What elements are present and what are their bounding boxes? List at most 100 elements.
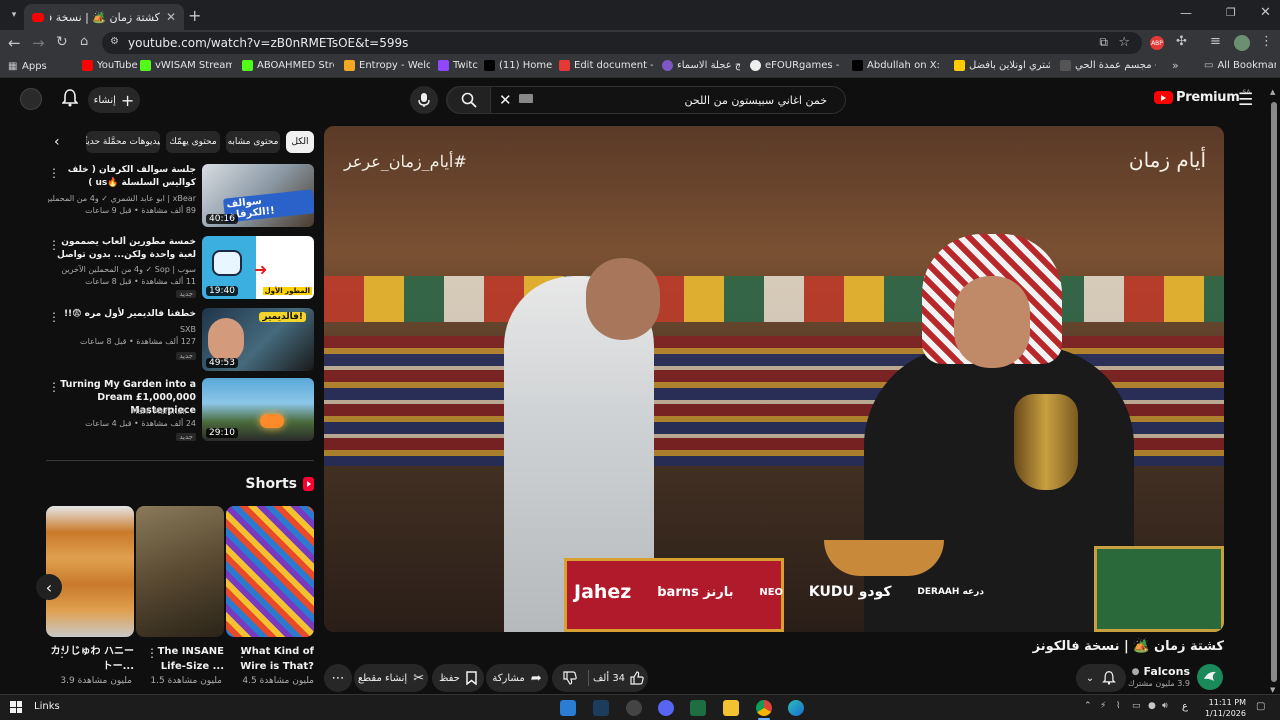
chip-similar[interactable]: محتوى مشابه — [226, 131, 280, 153]
short-title[interactable]: What Kind of Wire is That? — [232, 644, 314, 674]
tray-mic-icon[interactable]: ● — [1148, 701, 1156, 711]
chip-for-you[interactable]: محتوى يهمّك — [166, 131, 220, 153]
short-1-thumbnail[interactable] — [46, 506, 134, 637]
shorts-prev-button[interactable]: ‹ — [36, 574, 62, 600]
related-thumbnail[interactable]: فالديمير! 49:53 — [202, 308, 314, 371]
clip-button[interactable]: إنشاء مقطع ✂ — [354, 664, 428, 692]
close-tab-icon[interactable]: ✕ — [166, 10, 176, 24]
more-actions-button[interactable]: ⋯ — [324, 664, 352, 692]
reading-list-icon[interactable]: ≡ — [1210, 34, 1221, 49]
short-title[interactable]: カリじゅわ ハニートー... — [50, 644, 134, 674]
input-language[interactable]: ع — [1182, 701, 1188, 712]
scroll-down-icon[interactable]: ▼ — [1270, 686, 1275, 694]
related-channel[interactable]: xBear | ابو عابد الشمري ✓ و4 من المحملين… — [48, 193, 196, 205]
close-window-icon[interactable]: ✕ — [1260, 5, 1271, 20]
clock[interactable]: 11:11 PM 1/11/2026 — [1198, 697, 1246, 719]
short-2-thumbnail[interactable] — [136, 506, 224, 637]
account-avatar[interactable] — [20, 88, 42, 110]
tray-display-icon[interactable]: ▭ — [1132, 701, 1141, 711]
voice-search-button[interactable] — [410, 86, 438, 114]
bookmark-twitch[interactable]: Twitch — [438, 60, 478, 71]
bookmark-abdullah[interactable]: Abdullah on X: "ماد... — [852, 60, 944, 71]
related-video-3[interactable]: ⋮ خطفنا فالديمير لأول مره 😨!! SXB 127 أل… — [40, 308, 316, 372]
back-icon[interactable]: ← — [8, 34, 21, 52]
subscribed-button[interactable]: ⌄ — [1076, 664, 1126, 692]
links-toolbar[interactable]: Links — [34, 701, 60, 712]
forward-icon[interactable]: → — [32, 34, 45, 52]
bookmark-efour[interactable]: eFOURgames - موق... — [750, 60, 842, 71]
keyboard-icon[interactable] — [519, 94, 533, 103]
bookmark-apps[interactable]: Apps — [22, 61, 47, 72]
channel-avatar[interactable] — [1197, 664, 1223, 690]
tray-network-icon[interactable]: ⌇ — [1116, 701, 1120, 711]
bookmark-pdf[interactable]: Edit document - PD... — [559, 60, 653, 71]
save-button[interactable]: حفظ — [432, 664, 484, 692]
minimize-icon[interactable]: — — [1180, 6, 1192, 20]
bookmark-shop[interactable]: اشتري اونلاين بأفضل... — [954, 60, 1050, 71]
youtube-premium-logo[interactable]: Premium SA — [1154, 89, 1251, 105]
apps-grid-icon[interactable]: ▦ — [8, 61, 17, 72]
windows-start-icon[interactable] — [10, 701, 22, 713]
bookmark-model[interactable]: مجسم عمدة الحي - ... — [1060, 60, 1156, 71]
clock-app-icon[interactable] — [626, 700, 642, 716]
bookmark-entropy[interactable]: Entropy - Welcome — [344, 60, 430, 71]
tray-overflow-icon[interactable]: ⌃ — [1084, 701, 1092, 711]
discord-app-icon[interactable] — [658, 700, 674, 716]
tray-app-icon[interactable]: ⚡ — [1100, 701, 1106, 711]
chips-prev-icon[interactable]: ‹ — [54, 134, 60, 150]
extensions-icon[interactable]: ✣ — [1176, 34, 1187, 49]
restore-icon[interactable]: ❐ — [1226, 6, 1236, 19]
mail-app-icon[interactable] — [560, 700, 576, 716]
install-app-icon[interactable]: ⧉ — [1099, 35, 1108, 50]
chip-recent-uploads[interactable]: فيديوهات محمَّلة حديثًا — [86, 131, 160, 153]
bookmark-wheel[interactable]: برنامج عجلة الاسماء — [662, 60, 740, 71]
new-tab-icon[interactable]: + — [188, 6, 201, 25]
bookmark-star-icon[interactable]: ☆ — [1118, 35, 1130, 50]
all-bookmarks[interactable]: ▭All Bookmarks — [1204, 60, 1276, 71]
search-box[interactable]: ✕ خمن اغاني سبيستون من اللحن — [446, 86, 846, 114]
home-icon[interactable]: ⌂ — [80, 34, 88, 49]
related-video-4[interactable]: ⋮ Turning My Garden into a Dream £1,000,… — [40, 378, 316, 442]
bookmark-vwisam[interactable]: vWISAM Stream -... — [140, 60, 232, 71]
create-button[interactable]: إنشاء + — [88, 87, 140, 113]
related-channel[interactable]: سوب | Sop ✓ و4 من المحملين الآخرين — [48, 264, 196, 276]
related-thumbnail[interactable]: 29:10 — [202, 378, 314, 441]
bookmark-aboahmed[interactable]: ABOAHMED Stream... — [242, 60, 334, 71]
notification-center-icon[interactable]: ▢ — [1256, 701, 1265, 712]
notifications-bell-icon[interactable] — [60, 88, 80, 108]
related-channel[interactable]: SXB — [48, 324, 196, 336]
short-title[interactable]: The INSANE Life-Size ... — [140, 644, 224, 674]
excel-app-icon[interactable] — [690, 700, 706, 716]
search-button[interactable] — [447, 86, 491, 114]
bookmark-x-home[interactable]: (11) Home / X — [484, 60, 552, 71]
like-button[interactable]: 34 ألف — [589, 664, 648, 692]
video-player[interactable]: #أيام_زمان_عرعر أيام زمان Jahez barns با… — [324, 126, 1224, 632]
more-bookmarks-icon[interactable]: » — [1172, 59, 1179, 72]
scroll-up-icon[interactable]: ▲ — [1270, 88, 1275, 96]
page-scrollbar[interactable]: ▲ ▼ — [1270, 88, 1278, 694]
edge-app-icon[interactable] — [788, 700, 804, 716]
tab-search-icon[interactable]: ▾ — [6, 7, 22, 23]
related-title[interactable]: جلسة سوالف الكرفان ( خلف كواليس السلسلة … — [48, 164, 196, 190]
address-bar[interactable]: ⚙ youtube.com/watch?v=zB0nRMETsOE&t=599s… — [102, 32, 1142, 54]
share-button[interactable]: مشاركة ➦ — [486, 664, 548, 692]
short-3-thumbnail[interactable] — [226, 506, 314, 637]
file-explorer-icon[interactable] — [723, 700, 739, 716]
search-input[interactable]: خمن اغاني سبيستون من اللحن — [685, 94, 827, 107]
related-video-1[interactable]: ⋮ جلسة سوالف الكرفان ( خلف كواليس السلسل… — [40, 164, 316, 228]
related-video-2[interactable]: ⋮ خمسة مطورين ألعاب يصممون لعبة واحدة ول… — [40, 236, 316, 300]
related-title[interactable]: خمسة مطورين ألعاب يصممون لعبة واحدة ولكن… — [48, 236, 196, 262]
clear-search-icon[interactable]: ✕ — [499, 91, 512, 109]
tray-volume-icon[interactable]: 🔊︎ — [1162, 701, 1168, 711]
chrome-app-icon[interactable] — [756, 700, 772, 716]
steam-app-icon[interactable] — [593, 700, 609, 716]
active-tab[interactable]: كشتة زمان 🏕️ | نسخة فالكونز - e ✕ — [24, 4, 184, 30]
profile-avatar[interactable] — [1234, 35, 1250, 51]
dislike-button[interactable] — [552, 664, 588, 692]
related-channel[interactable]: Mark Marshall ✓ — [48, 406, 196, 418]
scroll-thumb[interactable] — [1271, 102, 1277, 682]
browser-menu-icon[interactable]: ⋮ — [1260, 34, 1273, 49]
site-info-icon[interactable]: ⚙ — [110, 36, 119, 47]
related-thumbnail[interactable]: سوالف الكرفان!! 40:16 — [202, 164, 314, 227]
related-thumbnail[interactable]: ➜ المطور الأول 19:40 — [202, 236, 314, 299]
